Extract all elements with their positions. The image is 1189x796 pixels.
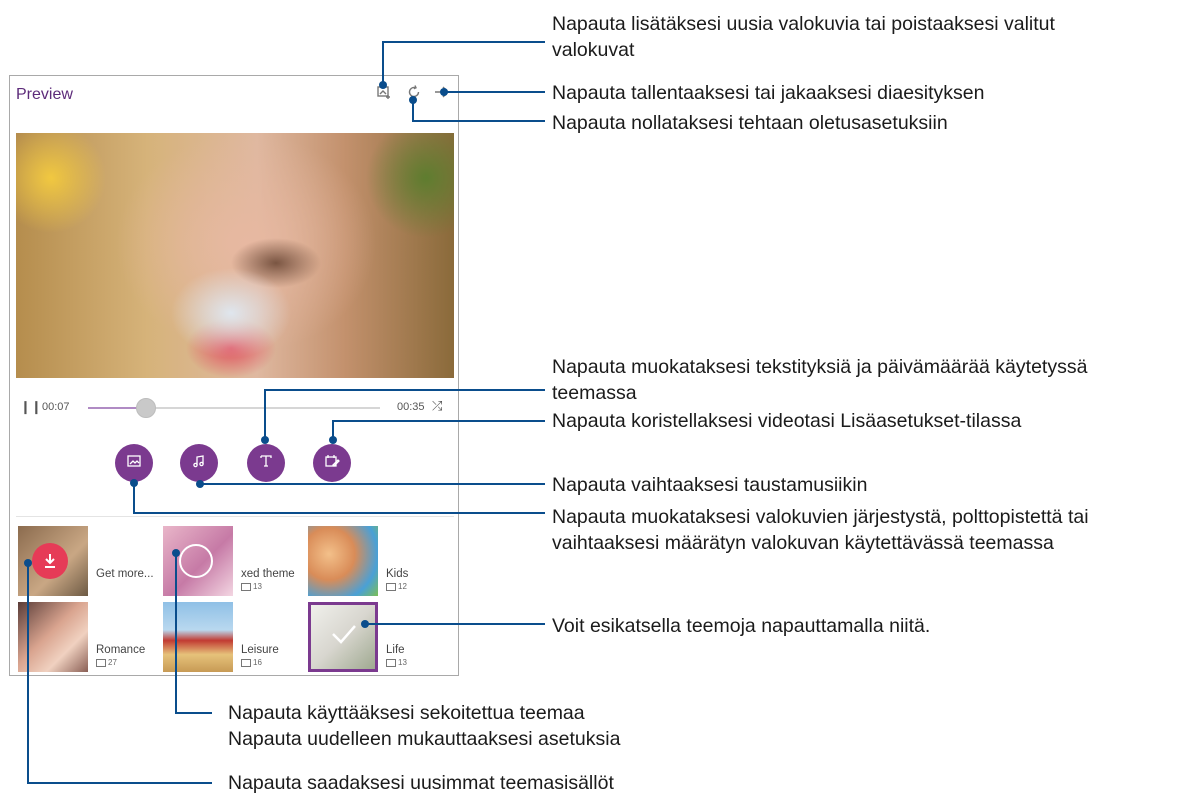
line-edit-text [264, 389, 545, 440]
line-mixed-theme [175, 553, 212, 714]
line-get-more [27, 563, 212, 784]
callout-reset: Napauta nollataksesi tehtaan oletusasetu… [552, 112, 948, 134]
callout-mixed-theme: Napauta käyttääksesi sekoitettua teemaa N… [228, 702, 621, 751]
callout-get-more: Napauta saadaksesi uusimmat teemasisällö… [228, 772, 614, 794]
line-decorate [332, 420, 545, 440]
callout-edit-photos: Napauta muokataksesi valokuvien järjesty… [552, 506, 1089, 555]
callout-preview-themes: Voit esikatsella teemoja napauttamalla n… [552, 615, 931, 637]
callout-music: Napauta vaihtaaksesi taustamusiikin [552, 474, 868, 496]
callout-save-share: Napauta tallentaaksesi tai jakaaksesi di… [552, 82, 985, 104]
line-add-photos [382, 41, 545, 85]
line-reset [412, 100, 545, 122]
line-edit-photos [133, 483, 545, 514]
callout-edit-text: Napauta muokataksesi tekstityksiä ja päi… [552, 356, 1088, 405]
callout-add-photos: Napauta lisätäksesi uusia valokuvia tai … [552, 13, 1055, 62]
callout-decorate: Napauta koristellaksesi videotasi Lisäas… [552, 410, 1022, 432]
